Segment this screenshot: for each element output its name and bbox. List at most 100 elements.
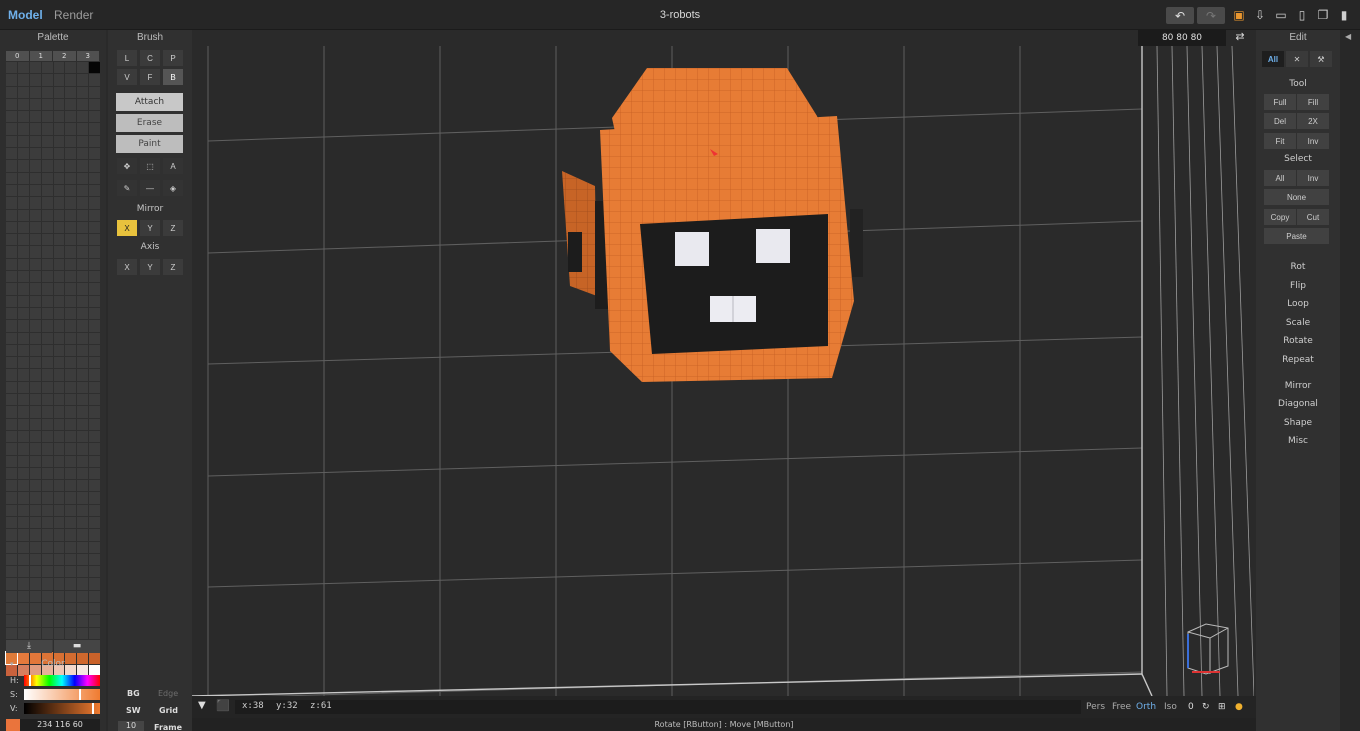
palette-cell[interactable] xyxy=(77,148,89,160)
palette-cell[interactable] xyxy=(53,135,65,148)
palette-cell[interactable] xyxy=(77,184,89,197)
palette-cell[interactable] xyxy=(77,369,89,381)
palette-cell[interactable] xyxy=(53,221,65,234)
palette-cell[interactable] xyxy=(17,615,29,627)
line-icon[interactable]: — xyxy=(140,180,160,196)
palette-cell[interactable] xyxy=(17,111,29,123)
palette-cell[interactable] xyxy=(53,74,65,86)
palette-cell[interactable] xyxy=(89,74,100,86)
palette-cell[interactable] xyxy=(65,357,77,369)
palette-cell[interactable] xyxy=(53,271,65,283)
grid-toggle[interactable]: Grid xyxy=(159,706,178,715)
value-bar[interactable] xyxy=(24,703,100,714)
palette-cell[interactable] xyxy=(89,369,100,381)
palette-cell[interactable] xyxy=(89,492,100,504)
palette-cell[interactable] xyxy=(53,172,65,184)
current-color-swatch[interactable] xyxy=(6,719,20,731)
palette-cell[interactable] xyxy=(53,541,65,553)
palette-cell[interactable] xyxy=(6,172,17,184)
palette-cell[interactable] xyxy=(17,516,29,529)
palette-cell[interactable] xyxy=(29,492,41,504)
palette-cell[interactable] xyxy=(53,443,65,455)
palette-cell[interactable] xyxy=(6,381,17,394)
palette-cell[interactable] xyxy=(17,271,29,283)
palette-cell[interactable] xyxy=(65,258,77,271)
palette-cell[interactable] xyxy=(65,430,77,443)
palette-cell[interactable] xyxy=(6,184,17,197)
palette-cell[interactable] xyxy=(65,394,77,406)
palette-cell[interactable] xyxy=(29,221,41,234)
attach-button[interactable]: Attach xyxy=(116,93,183,111)
palette-cell[interactable] xyxy=(6,590,17,603)
palette-cell[interactable] xyxy=(89,615,100,627)
palette-cell[interactable] xyxy=(65,590,77,603)
palette-cell[interactable] xyxy=(29,504,41,516)
palette-cell[interactable] xyxy=(53,406,65,418)
palette-cell[interactable] xyxy=(17,98,29,111)
palette-cell[interactable] xyxy=(65,234,77,246)
palette-cell[interactable] xyxy=(41,148,53,160)
palette-cell[interactable] xyxy=(6,98,17,111)
palette-cell[interactable] xyxy=(89,209,100,221)
palette-cell[interactable] xyxy=(65,467,77,480)
palette-cell[interactable] xyxy=(53,603,65,615)
palette-cell[interactable] xyxy=(53,615,65,627)
palette-cell[interactable] xyxy=(6,492,17,504)
tool-fill-button[interactable]: Fill xyxy=(1297,94,1329,110)
palette-cell[interactable] xyxy=(77,86,89,98)
palette-cell[interactable] xyxy=(17,283,29,295)
palette-cell[interactable] xyxy=(6,615,17,627)
palette-cell[interactable] xyxy=(6,148,17,160)
palette-cell[interactable] xyxy=(53,553,65,566)
tool-inv-button[interactable]: Inv xyxy=(1297,133,1329,149)
palette-cell[interactable] xyxy=(89,381,100,394)
palette-cell[interactable] xyxy=(77,344,89,357)
sun-icon[interactable]: ● xyxy=(1235,702,1243,712)
view-orth[interactable]: Orth xyxy=(1136,702,1156,712)
palette-cell[interactable] xyxy=(17,394,29,406)
palette-cell[interactable] xyxy=(6,467,17,480)
palette-cell[interactable] xyxy=(41,467,53,480)
erase-button[interactable]: Erase xyxy=(116,114,183,132)
tool-fit-button[interactable]: Fit xyxy=(1264,133,1296,149)
palette-cell[interactable] xyxy=(17,590,29,603)
open-folder-icon[interactable]: ▭ xyxy=(1273,7,1289,23)
edge-toggle[interactable]: Edge xyxy=(158,689,178,698)
tool-full-button[interactable]: Full xyxy=(1264,94,1296,110)
palette-cell[interactable] xyxy=(41,209,53,221)
palette-cell[interactable] xyxy=(41,307,53,320)
reset-view-icon[interactable]: ↻ xyxy=(1202,702,1210,712)
palette-cell[interactable] xyxy=(65,135,77,148)
view-pers[interactable]: Pers xyxy=(1086,702,1105,712)
palette-cell[interactable] xyxy=(53,430,65,443)
tool-del-button[interactable]: Del xyxy=(1264,113,1296,129)
palette-cell[interactable] xyxy=(53,86,65,98)
palette-cell[interactable] xyxy=(89,627,100,639)
filter-all-button[interactable]: All xyxy=(1262,51,1284,67)
robot-head-model[interactable] xyxy=(562,68,863,382)
palette-cell[interactable] xyxy=(6,418,17,430)
palette-cell[interactable] xyxy=(89,160,100,172)
palette-cell[interactable] xyxy=(41,160,53,172)
picker-icon[interactable]: ✎ xyxy=(117,180,137,196)
palette-cell[interactable] xyxy=(77,566,89,578)
palette-cell[interactable] xyxy=(65,148,77,160)
orientation-cube[interactable] xyxy=(1187,623,1229,675)
palette-cell[interactable] xyxy=(6,320,17,332)
palette-cell[interactable] xyxy=(29,111,41,123)
palette-cell[interactable] xyxy=(65,603,77,615)
hue-slider[interactable]: H: xyxy=(6,675,100,686)
palette-cell[interactable] xyxy=(6,307,17,320)
palette-cell[interactable] xyxy=(53,381,65,394)
palette-cell[interactable] xyxy=(65,455,77,467)
palette-cell[interactable] xyxy=(65,86,77,98)
palette-cell[interactable] xyxy=(65,123,77,135)
palette-cell[interactable] xyxy=(53,307,65,320)
palette-cell[interactable] xyxy=(89,148,100,160)
palette-cell[interactable] xyxy=(6,578,17,590)
palette-cell[interactable] xyxy=(41,197,53,209)
palette-cell[interactable] xyxy=(17,62,29,74)
palette-cell[interactable] xyxy=(41,123,53,135)
palette-cell[interactable] xyxy=(65,418,77,430)
palette-cell[interactable] xyxy=(41,320,53,332)
